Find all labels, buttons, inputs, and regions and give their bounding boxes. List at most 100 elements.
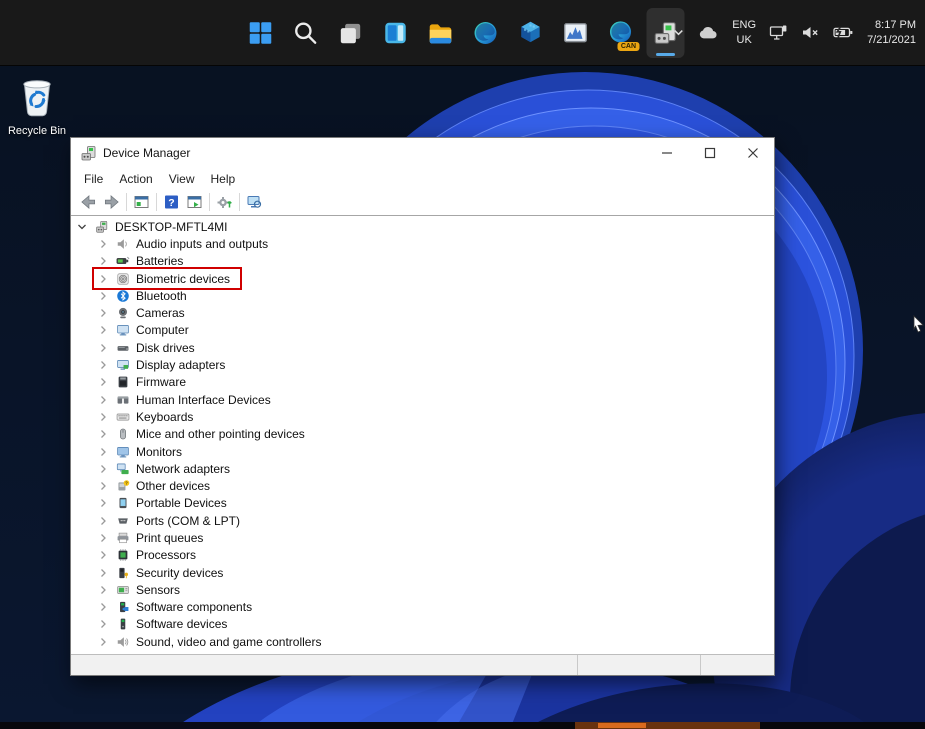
taskbar-task-view-button[interactable] [331, 8, 369, 58]
scan-hardware-button[interactable] [243, 191, 266, 213]
device-manager-app-icon [80, 145, 97, 162]
chevron-right-icon[interactable] [97, 618, 109, 630]
fingerprint-icon [116, 272, 130, 286]
help-button[interactable]: ? [160, 191, 183, 213]
tree-item[interactable]: Print queues [71, 529, 774, 546]
onedrive-cloud-icon[interactable] [698, 26, 719, 40]
clock[interactable]: 8:17 PM 7/21/2021 [867, 18, 916, 48]
taskbar-edge-button[interactable] [466, 8, 504, 58]
chevron-right-icon[interactable] [97, 255, 109, 267]
chevron-right-icon[interactable] [97, 463, 109, 475]
tree-item[interactable]: Monitors [71, 443, 774, 460]
canary-badge: CAN [617, 41, 639, 51]
tree-item[interactable]: Processors [71, 547, 774, 564]
tree-item[interactable]: Computer [71, 322, 774, 339]
tree-item-label: Security devices [136, 565, 224, 580]
widgets-icon [381, 19, 409, 47]
menu-action[interactable]: Action [111, 170, 160, 188]
chevron-right-icon[interactable] [97, 376, 109, 388]
chevron-right-icon[interactable] [97, 307, 109, 319]
chevron-right-icon[interactable] [97, 273, 109, 285]
menu-file[interactable]: File [76, 170, 111, 188]
tree-item[interactable]: Biometric devices [71, 270, 774, 287]
menu-bar: File Action View Help [71, 168, 774, 189]
tree-item[interactable]: Human Interface Devices [71, 391, 774, 408]
computer-icon [116, 323, 130, 337]
taskbar-voxel-cube-button[interactable] [511, 8, 549, 58]
chevron-right-icon[interactable] [97, 497, 109, 509]
disk-icon [116, 341, 130, 355]
tree-item[interactable]: Batteries [71, 253, 774, 270]
minimize-button[interactable] [645, 138, 688, 168]
taskbar-widgets-button[interactable] [376, 8, 414, 58]
hidden-icons-chevron-icon[interactable] [672, 26, 685, 39]
chevron-right-icon[interactable] [97, 446, 109, 458]
voxel-cube-icon [516, 19, 544, 47]
tree-item[interactable]: Network adapters [71, 460, 774, 477]
processor-icon [116, 548, 130, 562]
chevron-right-icon[interactable] [97, 567, 109, 579]
chevron-right-icon[interactable] [97, 342, 109, 354]
chevron-right-icon[interactable] [97, 549, 109, 561]
monitor-icon [116, 445, 130, 459]
software-components-icon [116, 600, 130, 614]
menu-view[interactable]: View [161, 170, 203, 188]
chevron-right-icon[interactable] [97, 290, 109, 302]
start-icon [246, 19, 274, 47]
tree-item[interactable]: Bluetooth [71, 287, 774, 304]
tree-item[interactable]: Mice and other pointing devices [71, 426, 774, 443]
chevron-right-icon[interactable] [97, 636, 109, 648]
tree-item[interactable]: Display adapters [71, 356, 774, 373]
tree-item-computer[interactable]: DESKTOP-MFTL4MI [71, 218, 774, 235]
tree-item[interactable]: Cameras [71, 304, 774, 321]
chevron-right-icon[interactable] [97, 601, 109, 613]
taskbar-start-button[interactable] [241, 8, 279, 58]
tree-item[interactable]: Keyboards [71, 408, 774, 425]
tree-item[interactable]: Security devices [71, 564, 774, 581]
chevron-right-icon[interactable] [97, 532, 109, 544]
forward-button[interactable] [100, 191, 123, 213]
chevron-right-icon[interactable] [97, 359, 109, 371]
search-icon [291, 19, 319, 47]
chevron-right-icon[interactable] [97, 238, 109, 250]
tree-item[interactable]: Portable Devices [71, 495, 774, 512]
chevron-right-icon[interactable] [97, 480, 109, 492]
tree-item[interactable]: Firmware [71, 374, 774, 391]
console-tree-button[interactable] [130, 191, 153, 213]
chevron-right-icon[interactable] [97, 428, 109, 440]
taskbar-file-explorer-button[interactable] [421, 8, 459, 58]
tree-item[interactable]: ? Other devices [71, 477, 774, 494]
chevron-right-icon[interactable] [97, 584, 109, 596]
portable-icon [116, 496, 130, 510]
chevron-right-icon[interactable] [97, 324, 109, 336]
network-status-icon[interactable] [769, 24, 788, 41]
properties-button[interactable] [183, 191, 206, 213]
chevron-down-icon[interactable] [76, 221, 88, 233]
tree-item-label: Sound, video and game controllers [136, 634, 322, 649]
chevron-right-icon[interactable] [97, 411, 109, 423]
tree-item[interactable]: Sensors [71, 581, 774, 598]
chevron-right-icon[interactable] [97, 394, 109, 406]
tree-item[interactable]: Software components [71, 599, 774, 616]
volume-muted-icon[interactable] [801, 25, 820, 40]
chevron-right-icon[interactable] [97, 515, 109, 527]
printer-icon [116, 531, 130, 545]
language-indicator[interactable]: ENG UK [732, 18, 756, 47]
tree-item[interactable]: Software devices [71, 616, 774, 633]
menu-help[interactable]: Help [203, 170, 244, 188]
close-button[interactable] [731, 138, 774, 168]
recycle-bin-shortcut[interactable]: Recycle Bin [5, 73, 69, 137]
taskbar-search-button[interactable] [286, 8, 324, 58]
tree-item[interactable]: Disk drives [71, 339, 774, 356]
back-button[interactable] [77, 191, 100, 213]
maximize-button[interactable] [688, 138, 731, 168]
status-pane-mid [578, 655, 700, 675]
taskbar-performance-monitor-button[interactable] [556, 8, 594, 58]
update-driver-button[interactable] [213, 191, 236, 213]
tree-item[interactable]: Ports (COM & LPT) [71, 512, 774, 529]
battery-charging-icon[interactable] [833, 26, 854, 39]
tree-item[interactable]: Audio inputs and outputs [71, 235, 774, 252]
taskbar-edge-canary-button[interactable]: CAN [601, 8, 639, 58]
tree-item[interactable]: Sound, video and game controllers [71, 633, 774, 650]
window-titlebar[interactable]: Device Manager [71, 138, 774, 168]
